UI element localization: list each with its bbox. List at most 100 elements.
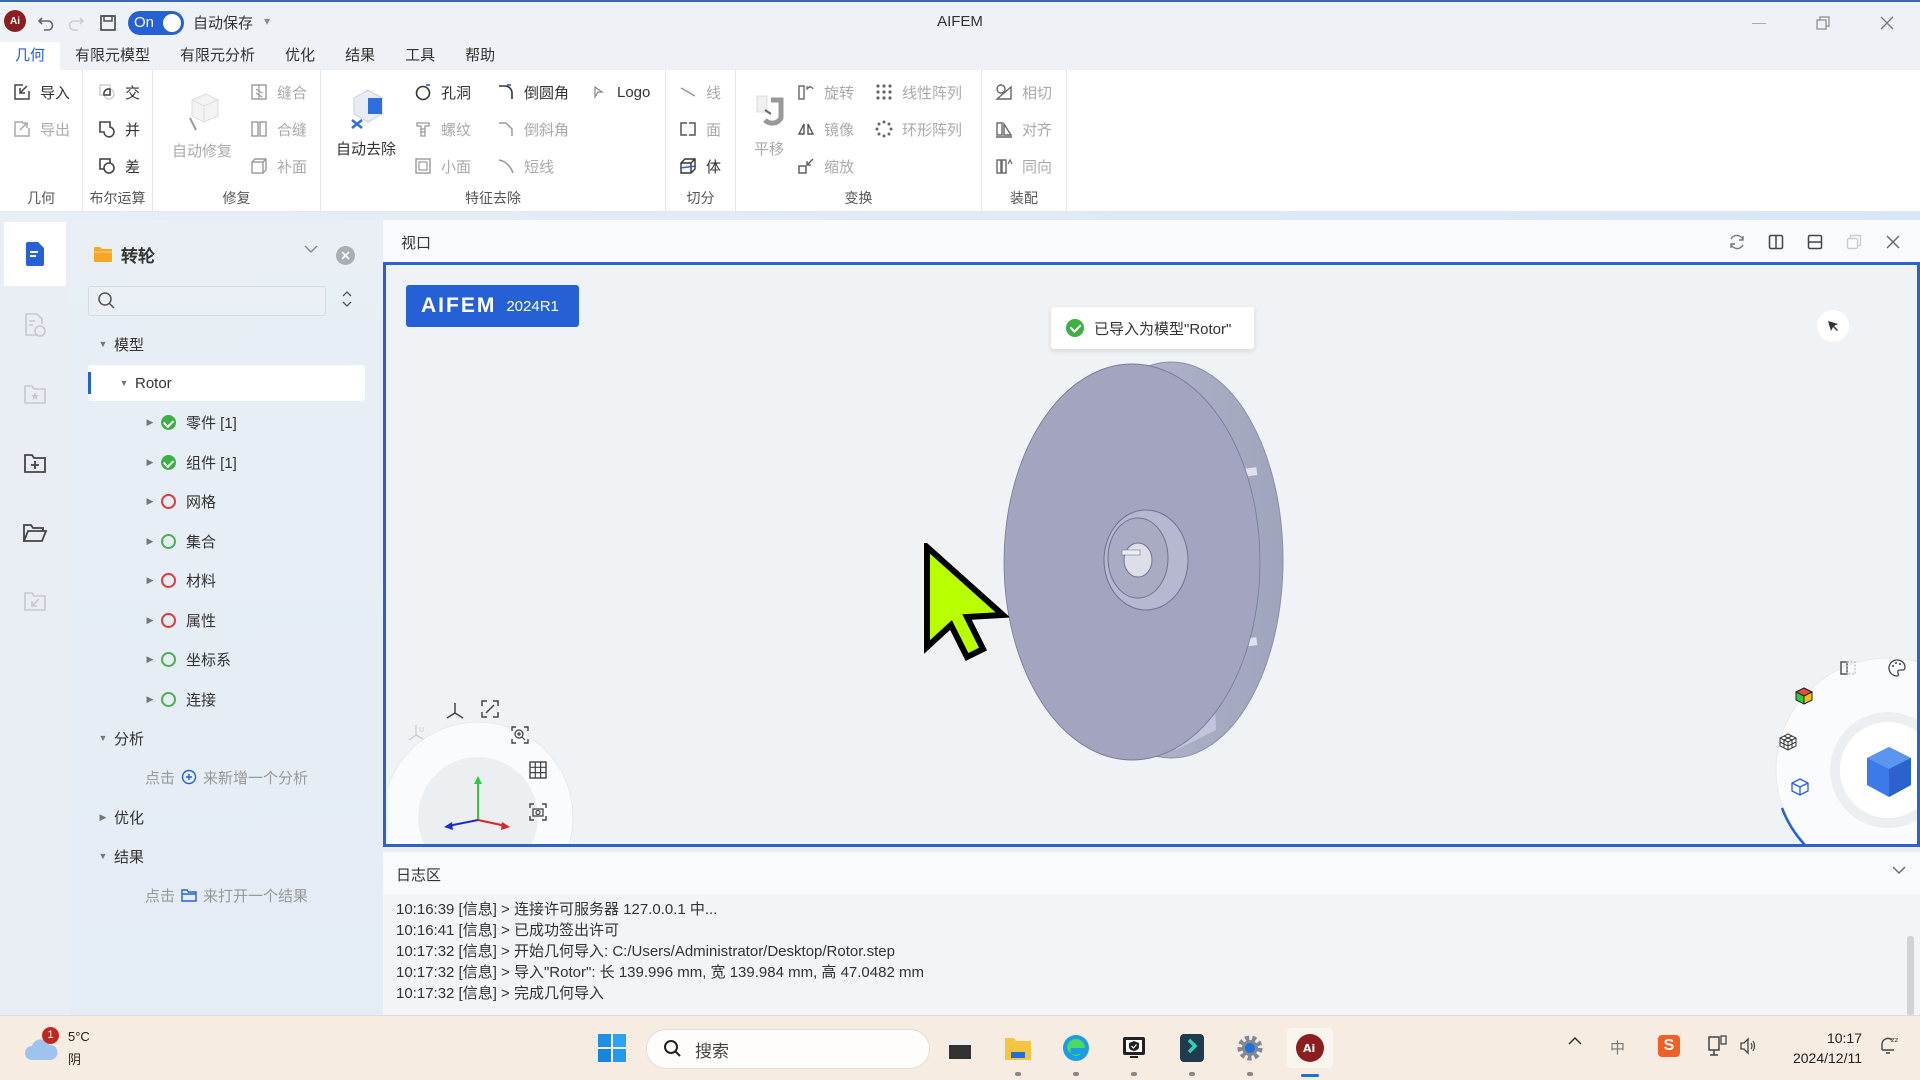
menu-fe-model[interactable]: 有限元模型 [60, 42, 165, 70]
grid-toggle-button[interactable] [528, 760, 554, 786]
small-face-button[interactable]: 小面 [413, 154, 471, 178]
caret-right-icon[interactable]: ▶ [145, 615, 155, 625]
select-mode-button[interactable] [1817, 310, 1849, 342]
split-vertical-button[interactable] [1764, 230, 1788, 254]
tree-node-child[interactable]: ▶ 坐标系 [145, 643, 231, 675]
tree-node-child[interactable]: ▶ 组件 [1] [145, 446, 237, 478]
tree-section-analysis[interactable]: ▼ 分析 [98, 722, 144, 754]
taskbar-edge[interactable] [1056, 1028, 1096, 1076]
rail-history-button[interactable] [4, 294, 66, 356]
undo-button[interactable] [32, 10, 60, 36]
tree-node-child[interactable]: ▶ 材料 [145, 564, 216, 596]
caret-right-icon[interactable]: ▶ [145, 457, 155, 467]
tangent-button[interactable]: 相切 [994, 80, 1052, 104]
caret-right-icon[interactable]: ▶ [145, 496, 155, 506]
open-result-button[interactable] [181, 888, 197, 902]
close-project-button[interactable] [336, 246, 355, 265]
rail-new-project-button[interactable] [4, 432, 66, 494]
collapse-log-button[interactable] [1892, 866, 1906, 875]
rail-open-project-button[interactable] [4, 502, 66, 564]
thread-button[interactable]: 螺纹 [413, 117, 471, 141]
stitch-button[interactable]: 缝合 [249, 80, 307, 104]
outline-mode-button[interactable] [1790, 777, 1816, 803]
taskbar-search-input[interactable]: 搜索 [646, 1029, 930, 1069]
menu-fe-analysis[interactable]: 有限元分析 [165, 42, 270, 70]
rotor-model[interactable] [976, 350, 1316, 770]
expand-collapse-button[interactable] [341, 290, 353, 308]
align-button[interactable]: 对齐 [994, 117, 1052, 141]
minimize-button[interactable] [1736, 8, 1782, 38]
close-window-button[interactable] [1864, 8, 1910, 38]
color-palette-button[interactable] [1887, 658, 1913, 684]
hole-button[interactable]: 孔洞 [413, 80, 471, 104]
caret-right-icon[interactable]: ▶ [145, 575, 155, 585]
chamfer-button[interactable]: 倒斜角 [496, 117, 569, 141]
menu-results[interactable]: 结果 [330, 42, 390, 70]
tree-section-optimization[interactable]: ▶ 优化 [98, 801, 144, 833]
start-button[interactable] [592, 1028, 632, 1068]
split-line-button[interactable]: 线 [678, 80, 721, 104]
logo-button[interactable]: Logo [589, 80, 650, 104]
refresh-view-button[interactable] [1725, 230, 1749, 254]
tree-node-child[interactable]: ▶ 网格 [145, 485, 216, 517]
log-scrollbar[interactable] [1907, 936, 1914, 1016]
taskbar-settings[interactable] [1230, 1028, 1270, 1076]
split-face-button[interactable]: 面 [678, 117, 721, 141]
view-cube-button[interactable] [1863, 745, 1915, 799]
tree-node-child[interactable]: ▶ 零件 [1] [145, 406, 237, 438]
fit-view-button[interactable] [480, 699, 506, 725]
quick-access-dropdown[interactable]: ▾ [264, 14, 270, 28]
menu-tools[interactable]: 工具 [390, 42, 450, 70]
network-icon[interactable] [1707, 1034, 1729, 1058]
close-viewport-button[interactable] [1881, 230, 1905, 254]
notification-center-button[interactable]: zz [1878, 1034, 1898, 1056]
redo-button[interactable] [62, 10, 90, 36]
auto-remove-button[interactable]: 自动去除 [331, 86, 401, 159]
tree-section-results[interactable]: ▼ 结果 [98, 840, 144, 872]
export-button[interactable]: 导出 [12, 117, 70, 141]
weather-widget[interactable]: 1 5°C 阴 [24, 1024, 114, 1072]
rail-favorites-button[interactable] [4, 363, 66, 425]
tree-search-input[interactable] [88, 286, 326, 316]
screenshot-button[interactable] [528, 802, 554, 828]
duplicate-view-button[interactable] [1842, 230, 1866, 254]
tree-node-child[interactable]: ▶ 集合 [145, 525, 216, 557]
scale-button[interactable]: 缩放 [796, 154, 854, 178]
translate-button[interactable]: 平移 [744, 90, 794, 159]
subtract-button[interactable]: 差 [97, 154, 140, 178]
taskbar-aifem[interactable]: Ai [1287, 1028, 1333, 1077]
taskbar-security-app[interactable] [1114, 1028, 1154, 1076]
show-hidden-icons-button[interactable] [1568, 1036, 1582, 1046]
add-analysis-button[interactable] [181, 769, 197, 785]
circular-array-button[interactable]: 环形阵列 [874, 117, 962, 141]
auto-repair-button[interactable]: 自动修复 [167, 90, 237, 161]
tree-node-child[interactable]: ▶ 属性 [145, 604, 216, 636]
tree-node-child[interactable]: ▶ 连接 [145, 683, 216, 715]
user-axis-button[interactable]: U [406, 722, 432, 748]
intersect-button[interactable]: 交 [97, 80, 140, 104]
caret-right-icon[interactable]: ▶ [145, 417, 155, 427]
shaded-mode-button[interactable] [1794, 686, 1820, 712]
sogou-ime-icon[interactable]: S [1658, 1035, 1680, 1057]
split-body-button[interactable]: 体 [678, 154, 721, 178]
taskbar-task-view[interactable] [940, 1028, 980, 1068]
section-view-button[interactable] [1838, 658, 1864, 684]
save-button[interactable] [94, 10, 122, 36]
fillet-button[interactable]: 倒圆角 [496, 80, 569, 104]
rotate-button[interactable]: 旋转 [796, 80, 854, 104]
patch-face-button[interactable]: 补面 [249, 154, 307, 178]
menu-optimization[interactable]: 优化 [270, 42, 330, 70]
menu-geometry[interactable]: 几何 [0, 42, 61, 70]
caret-right-icon[interactable]: ▶ [145, 654, 155, 664]
taskbar-app-dark[interactable] [1172, 1028, 1212, 1076]
import-button[interactable]: 导入 [12, 80, 70, 104]
merge-seam-button[interactable]: 合缝 [249, 117, 307, 141]
axis-toggle-button[interactable] [444, 701, 470, 727]
volume-icon[interactable] [1738, 1036, 1758, 1056]
wireframe-mode-button[interactable] [1778, 732, 1804, 758]
caret-right-icon[interactable]: ▶ [145, 694, 155, 704]
clock[interactable]: 10:17 2024/12/11 [1782, 1028, 1862, 1068]
same-direction-button[interactable]: 同向 [994, 154, 1052, 178]
ime-indicator[interactable]: 中 [1610, 1037, 1625, 1058]
mirror-button[interactable]: 镜像 [796, 117, 854, 141]
